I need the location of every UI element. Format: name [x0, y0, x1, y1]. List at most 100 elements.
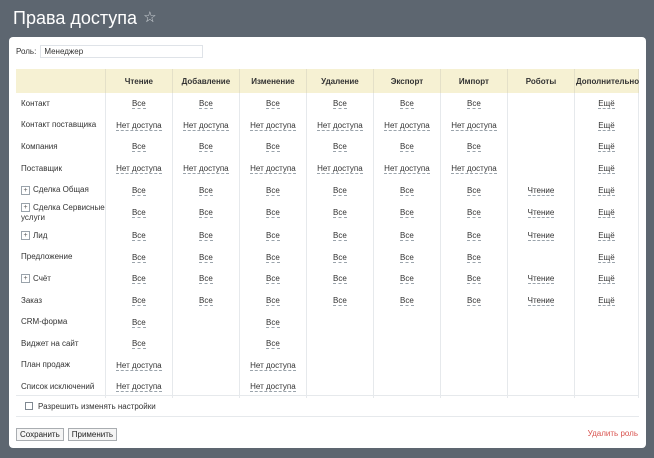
- permission-value-link[interactable]: Все: [198, 185, 213, 196]
- permission-value-link[interactable]: Все: [400, 185, 414, 196]
- permission-value-link[interactable]: Нет доступа: [451, 120, 497, 131]
- permission-value-link[interactable]: Все: [333, 296, 347, 307]
- permission-value-link[interactable]: Все: [467, 252, 481, 263]
- permission-value-link[interactable]: Все: [266, 231, 280, 242]
- permission-value-link[interactable]: Ещё: [598, 185, 615, 196]
- permission-value-link[interactable]: Чтение: [527, 296, 555, 307]
- permission-value-link[interactable]: Все: [131, 185, 146, 196]
- permission-value-link[interactable]: Все: [131, 99, 146, 110]
- permission-value-link[interactable]: Ещё: [598, 120, 615, 131]
- permission-value-link[interactable]: Все: [131, 274, 146, 285]
- permission-value-link[interactable]: Все: [266, 296, 280, 307]
- permission-value-link[interactable]: Ещё: [598, 231, 615, 242]
- allow-change-checkbox[interactable]: [25, 402, 33, 410]
- permission-value-link[interactable]: Все: [467, 231, 481, 242]
- role-name-input[interactable]: [40, 45, 204, 58]
- permission-value-link[interactable]: Ещё: [598, 296, 615, 307]
- permission-value-link[interactable]: Все: [198, 99, 213, 110]
- permission-value-link[interactable]: Нет доступа: [317, 120, 363, 131]
- permission-value-link[interactable]: Все: [198, 142, 213, 153]
- permission-value-link[interactable]: Ещё: [598, 99, 615, 110]
- permission-value-link[interactable]: Все: [333, 208, 347, 219]
- permission-value-link[interactable]: Все: [266, 142, 280, 153]
- permission-value-link[interactable]: Все: [333, 142, 347, 153]
- permission-value-link[interactable]: Все: [266, 208, 280, 219]
- permission-value-link[interactable]: Нет доступа: [250, 382, 296, 393]
- permission-value-link[interactable]: Все: [400, 252, 414, 263]
- permission-value-link[interactable]: Все: [198, 252, 213, 263]
- permission-cell: Все: [440, 200, 508, 225]
- permission-value-link[interactable]: Все: [467, 274, 481, 285]
- permission-value-link[interactable]: Все: [266, 339, 280, 350]
- permission-value-link[interactable]: Все: [467, 142, 481, 153]
- permission-value-link[interactable]: Нет доступа: [451, 164, 497, 175]
- permission-value-link[interactable]: Все: [400, 296, 414, 307]
- permission-value-link[interactable]: Все: [266, 317, 280, 328]
- permission-value-link[interactable]: Ещё: [598, 274, 615, 285]
- expand-plus-icon[interactable]: +: [21, 274, 30, 284]
- permission-value-link[interactable]: Все: [198, 274, 213, 285]
- permission-value-link[interactable]: Все: [131, 208, 146, 219]
- save-button[interactable]: Сохранить: [16, 428, 64, 441]
- permission-value-link[interactable]: Все: [467, 208, 481, 219]
- permission-value-link[interactable]: Чтение: [527, 208, 555, 219]
- permission-value-link[interactable]: Все: [467, 296, 481, 307]
- expand-plus-icon[interactable]: +: [21, 231, 30, 241]
- permission-value-link[interactable]: Все: [400, 99, 414, 110]
- permission-value-link[interactable]: Чтение: [527, 185, 555, 196]
- apply-button[interactable]: Применить: [67, 428, 118, 441]
- permission-value-link[interactable]: Чтение: [527, 231, 555, 242]
- permission-value-link[interactable]: Нет доступа: [250, 120, 296, 131]
- permission-value-link[interactable]: Все: [198, 208, 213, 219]
- permission-value-link[interactable]: Все: [266, 185, 280, 196]
- permission-value-link[interactable]: Все: [333, 274, 347, 285]
- permission-value-link[interactable]: Ещё: [598, 164, 615, 175]
- permission-value-link[interactable]: Все: [333, 99, 347, 110]
- table-row: + Счёт Все Все Все Все Все Все Чтение Ещё: [16, 268, 640, 290]
- permission-value-link[interactable]: Нет доступа: [317, 164, 363, 175]
- permission-value-link[interactable]: Все: [400, 274, 414, 285]
- delete-role-link[interactable]: Удалить роль: [588, 429, 638, 438]
- permission-value-link[interactable]: Все: [333, 185, 347, 196]
- permission-value-link[interactable]: Нет доступа: [183, 164, 229, 175]
- permission-value-link[interactable]: Ещё: [598, 208, 615, 219]
- permission-value-link[interactable]: Все: [333, 231, 347, 242]
- permission-value-link[interactable]: Все: [131, 231, 146, 242]
- permission-value-link[interactable]: Все: [400, 231, 414, 242]
- permission-value-link[interactable]: Нет доступа: [250, 360, 296, 371]
- permission-value-link[interactable]: Все: [198, 231, 213, 242]
- permission-value-link[interactable]: Нет доступа: [183, 120, 229, 131]
- permission-value-link[interactable]: Все: [131, 296, 146, 307]
- permission-value-link[interactable]: Все: [131, 142, 146, 153]
- permission-value-link[interactable]: Все: [131, 252, 146, 263]
- permission-value-link[interactable]: Все: [266, 252, 280, 263]
- permission-value-link[interactable]: Нет доступа: [384, 164, 430, 175]
- permission-value-link[interactable]: Чтение: [527, 274, 555, 285]
- permission-value-link[interactable]: Ещё: [598, 142, 615, 153]
- permission-value-link[interactable]: Нет доступа: [116, 360, 162, 371]
- permission-value-link[interactable]: Все: [266, 99, 280, 110]
- permission-value-link[interactable]: Все: [333, 252, 347, 263]
- expand-plus-icon[interactable]: +: [21, 203, 30, 213]
- permission-cell: Нет доступа: [105, 354, 173, 377]
- entity-name: Заказ: [21, 295, 42, 305]
- permission-value-link[interactable]: Все: [131, 317, 146, 328]
- permission-value-link[interactable]: Ещё: [598, 252, 615, 263]
- permission-value-link[interactable]: Нет доступа: [250, 164, 296, 175]
- permission-value-link[interactable]: Все: [400, 208, 414, 219]
- permission-value-link[interactable]: Все: [131, 339, 146, 350]
- table-header-row: Чтение Добавление Изменение Удаление Экспорт…: [16, 69, 639, 93]
- permission-value-link[interactable]: Нет доступа: [116, 120, 162, 131]
- permission-value-link[interactable]: Все: [400, 142, 414, 153]
- permission-cell: Все: [105, 332, 173, 355]
- permission-value-link[interactable]: Все: [467, 185, 481, 196]
- permission-value-link[interactable]: Нет доступа: [116, 164, 162, 175]
- permission-value-link[interactable]: Все: [198, 296, 213, 307]
- permission-value-link[interactable]: Нет доступа: [116, 382, 162, 393]
- permission-cell: Все: [440, 136, 508, 158]
- expand-plus-icon[interactable]: +: [21, 185, 30, 195]
- permission-value-link[interactable]: Все: [467, 99, 481, 110]
- star-icon[interactable]: ☆: [143, 8, 156, 28]
- permission-value-link[interactable]: Все: [266, 274, 280, 285]
- permission-value-link[interactable]: Нет доступа: [384, 120, 430, 131]
